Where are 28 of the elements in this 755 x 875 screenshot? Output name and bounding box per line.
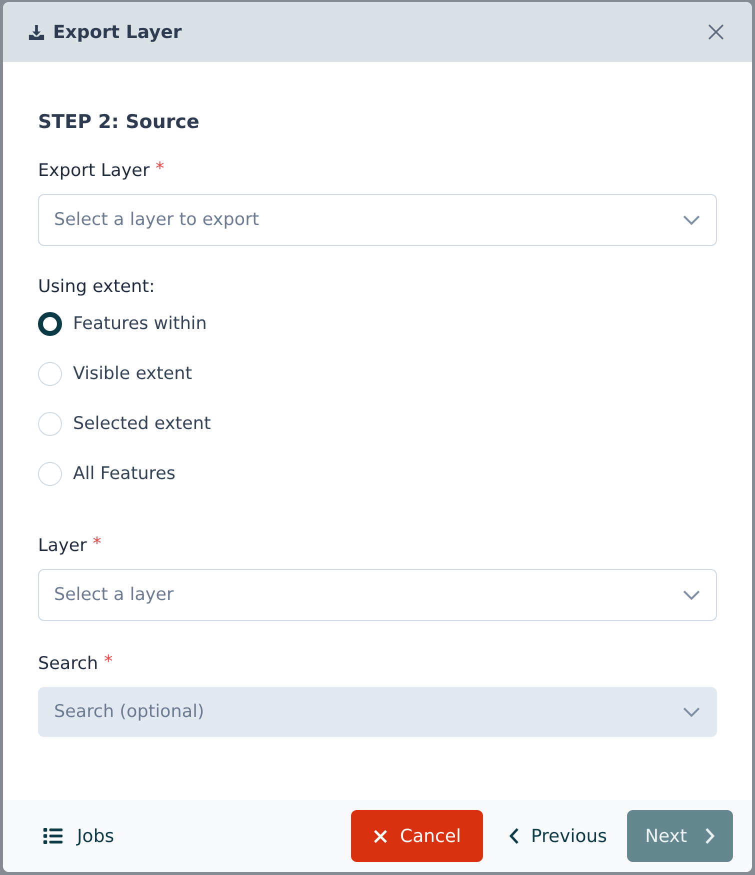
- select-field[interactable]: Select a layer to export: [38, 194, 717, 246]
- select-field[interactable]: Select a layer: [38, 569, 717, 621]
- required-mark: *: [92, 533, 102, 555]
- radio-label[interactable]: Features within: [73, 314, 207, 334]
- field-label: Layer: [38, 535, 87, 558]
- close-icon: [373, 828, 388, 844]
- required-mark: *: [156, 158, 164, 180]
- cancel-button[interactable]: Cancel: [351, 810, 483, 862]
- chevron-down-icon: [683, 707, 700, 717]
- chevron-right-icon: [705, 828, 715, 844]
- required-mark: *: [104, 651, 113, 673]
- field-label: Search: [38, 653, 98, 676]
- close-icon[interactable]: [708, 24, 724, 40]
- chevron-down-icon: [683, 590, 700, 600]
- jobs-button[interactable]: Jobs: [40, 810, 118, 862]
- previous-button[interactable]: Previous: [500, 810, 616, 862]
- radio-label[interactable]: All Features: [73, 464, 176, 484]
- chevron-down-icon: [683, 215, 700, 225]
- list-icon: [43, 828, 63, 844]
- step-title: STEP 2: Source: [38, 110, 200, 135]
- download-icon: [28, 24, 45, 40]
- radio-label[interactable]: Selected extent: [73, 414, 211, 434]
- radio-label[interactable]: Visible extent: [73, 364, 192, 384]
- chevron-left-icon: [508, 828, 519, 844]
- field-label: Export Layer: [38, 160, 150, 183]
- group-label: Using extent:: [38, 276, 156, 299]
- radio-button[interactable]: [38, 312, 62, 336]
- dialog-title: Export Layer: [53, 22, 183, 42]
